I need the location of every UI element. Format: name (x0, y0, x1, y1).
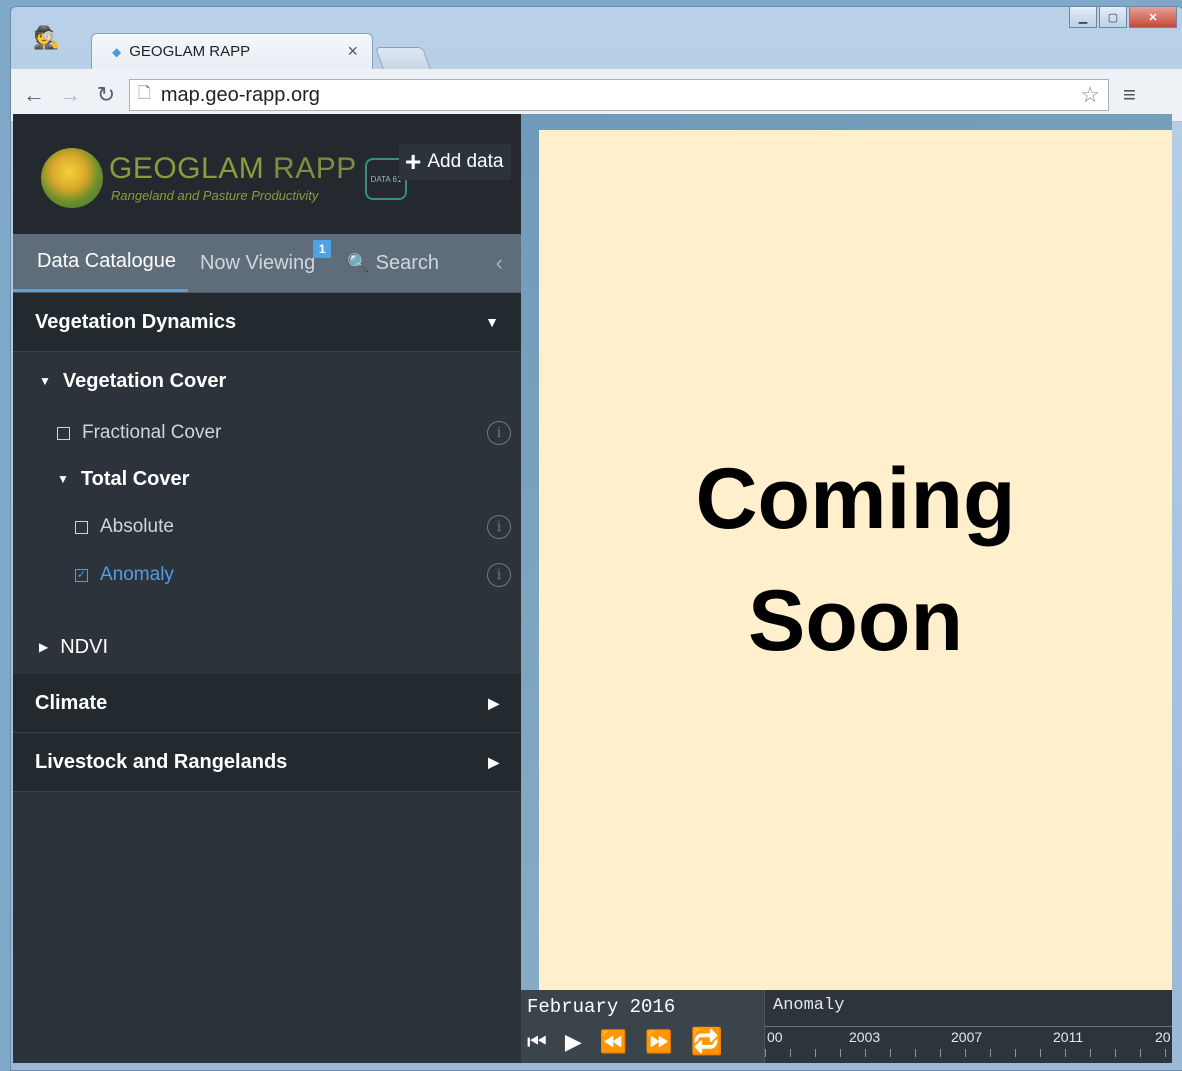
sidebar: GEOGLAM RAPP Rangeland and Pasture Produ… (13, 114, 521, 1063)
play-icon[interactable]: ▶ (565, 1029, 582, 1055)
layer-fractional-cover[interactable]: Fractional Cover i (13, 410, 521, 456)
checkbox-checked-icon[interactable]: ✓ (75, 568, 88, 582)
category-climate[interactable]: Climate ▶ (13, 674, 521, 733)
category-label: Livestock and Rangelands (35, 750, 288, 773)
url-text: map.geo-rapp.org (160, 83, 320, 106)
timeline-axis[interactable]: 00 2003 2007 2011 20 (765, 1026, 1172, 1057)
brand-title-rapp: RAPP (273, 152, 357, 185)
loop-icon[interactable]: 🔁 (691, 1026, 723, 1057)
page-icon: 🗋 (138, 84, 151, 102)
plus-icon: + (405, 146, 422, 177)
back-icon[interactable]: ← (21, 82, 47, 108)
info-icon[interactable]: i (487, 421, 511, 445)
timeline-tick: 2003 (849, 1029, 881, 1045)
tab-data-catalogue[interactable]: Data Catalogue (13, 234, 188, 292)
window-controls: ▁ ▢ ✕ (1069, 7, 1177, 28)
group-label: Total Cover (80, 467, 190, 490)
timeline-track[interactable]: Anomaly 00 2003 2007 2011 20 (764, 990, 1172, 1063)
add-data-label: Add data (427, 151, 504, 172)
timeline: February 2016 ⏮ ▶ ⏪ ⏩ 🔁 Anomaly 00 2003 … (521, 990, 1172, 1063)
category-label: Vegetation Dynamics (35, 310, 237, 333)
group-label: NDVI (60, 635, 109, 658)
checkbox-unchecked-icon[interactable] (57, 426, 70, 440)
info-icon[interactable]: i (487, 563, 511, 587)
maximize-icon[interactable]: ▢ (1099, 7, 1127, 28)
caret-down-icon: ▼ (39, 374, 51, 388)
layer-label: Absolute (100, 516, 174, 537)
group-ndvi[interactable]: ▶ NDVI (13, 620, 521, 674)
layer-absolute[interactable]: Absolute i (13, 502, 521, 552)
sidebar-tabs: Data Catalogue Now Viewing 1 🔍 Search ‹ (13, 234, 521, 293)
close-window-icon[interactable]: ✕ (1129, 7, 1177, 28)
minimize-icon[interactable]: ▁ (1069, 7, 1097, 28)
tab-now-viewing-label: Now Viewing (199, 251, 316, 274)
tab-close-icon[interactable]: × (347, 41, 358, 62)
layer-label: Anomaly (100, 564, 174, 585)
now-viewing-count-badge: 1 (313, 240, 332, 258)
timeline-date: February 2016 (527, 996, 676, 1018)
faster-icon[interactable]: ⏩ (645, 1029, 672, 1055)
category-vegetation-dynamics[interactable]: Vegetation Dynamics ▼ (13, 293, 521, 352)
timeline-tick: 20 (1155, 1029, 1171, 1045)
new-tab-button[interactable] (374, 47, 432, 70)
incognito-icon: 🕵 (33, 25, 61, 50)
search-icon: 🔍 (347, 252, 370, 273)
coming-soon-line-1: Coming (695, 451, 1016, 547)
category-livestock[interactable]: Livestock and Rangelands ▶ (13, 733, 521, 792)
layer-label: Fractional Cover (82, 422, 222, 443)
timeline-tick: 2007 (951, 1029, 983, 1045)
chevron-right-icon: ▶ (488, 753, 499, 770)
info-icon[interactable]: i (487, 515, 511, 539)
group-total-cover[interactable]: ▼ Total Cover (13, 456, 521, 502)
layer-anomaly[interactable]: ✓ Anomaly i (13, 552, 521, 598)
group-label: Vegetation Cover (62, 369, 227, 392)
chevron-right-icon: ▶ (488, 694, 499, 711)
add-data-button[interactable]: + Add data (399, 144, 512, 180)
brand-title: GEOGLAM RAPP (109, 152, 357, 186)
app-page: GEOGLAM RAPP Rangeland and Pasture Produ… (13, 114, 1172, 1063)
skip-to-start-icon[interactable]: ⏮ (527, 1029, 547, 1055)
tab-title: GEOGLAM RAPP (129, 43, 251, 60)
tab-search-label: Search (375, 251, 440, 274)
favicon-icon: ◆ (112, 44, 122, 59)
geoglam-logo-icon (41, 148, 103, 208)
category-label: Climate (35, 691, 108, 714)
brand-title-main: GEOGLAM (109, 152, 265, 185)
slower-icon[interactable]: ⏪ (600, 1029, 627, 1055)
chevron-down-icon: ▼ (485, 314, 499, 330)
caret-right-icon: ▶ (39, 640, 49, 654)
timeline-tick: 00 (767, 1029, 783, 1045)
timeline-controls: ⏮ ▶ ⏪ ⏩ 🔁 (527, 1026, 723, 1057)
forward-icon[interactable]: → (57, 82, 83, 108)
map-area[interactable]: Coming Soon (521, 114, 1172, 1063)
coming-soon-line-2: Soon (748, 573, 963, 669)
tab-data-catalogue-label: Data Catalogue (37, 250, 176, 272)
tab-search[interactable]: 🔍 Search (335, 234, 451, 292)
browser-tab[interactable]: ◆ GEOGLAM RAPP × (91, 33, 373, 69)
address-bar[interactable]: 🗋 map.geo-rapp.org ☆ (129, 79, 1109, 111)
tab-now-viewing[interactable]: Now Viewing 1 (188, 234, 332, 292)
coming-soon-overlay: Coming Soon (539, 130, 1172, 990)
checkbox-unchecked-icon[interactable] (75, 520, 88, 534)
collapse-sidebar-icon[interactable]: ‹ (496, 250, 503, 276)
bookmark-star-icon[interactable]: ☆ (1080, 82, 1100, 108)
caret-down-icon: ▼ (57, 472, 69, 486)
brand-header: GEOGLAM RAPP Rangeland and Pasture Produ… (13, 114, 521, 234)
brand-subtitle: Rangeland and Pasture Productivity (111, 188, 319, 203)
group-vegetation-cover[interactable]: ▼ Vegetation Cover (13, 352, 521, 410)
reload-icon[interactable]: ↻ (93, 82, 119, 108)
browser-menu-icon[interactable]: ≡ (1123, 82, 1136, 108)
timeline-tick: 2011 (1053, 1029, 1084, 1045)
timeline-layer-name: Anomaly (773, 996, 845, 1015)
